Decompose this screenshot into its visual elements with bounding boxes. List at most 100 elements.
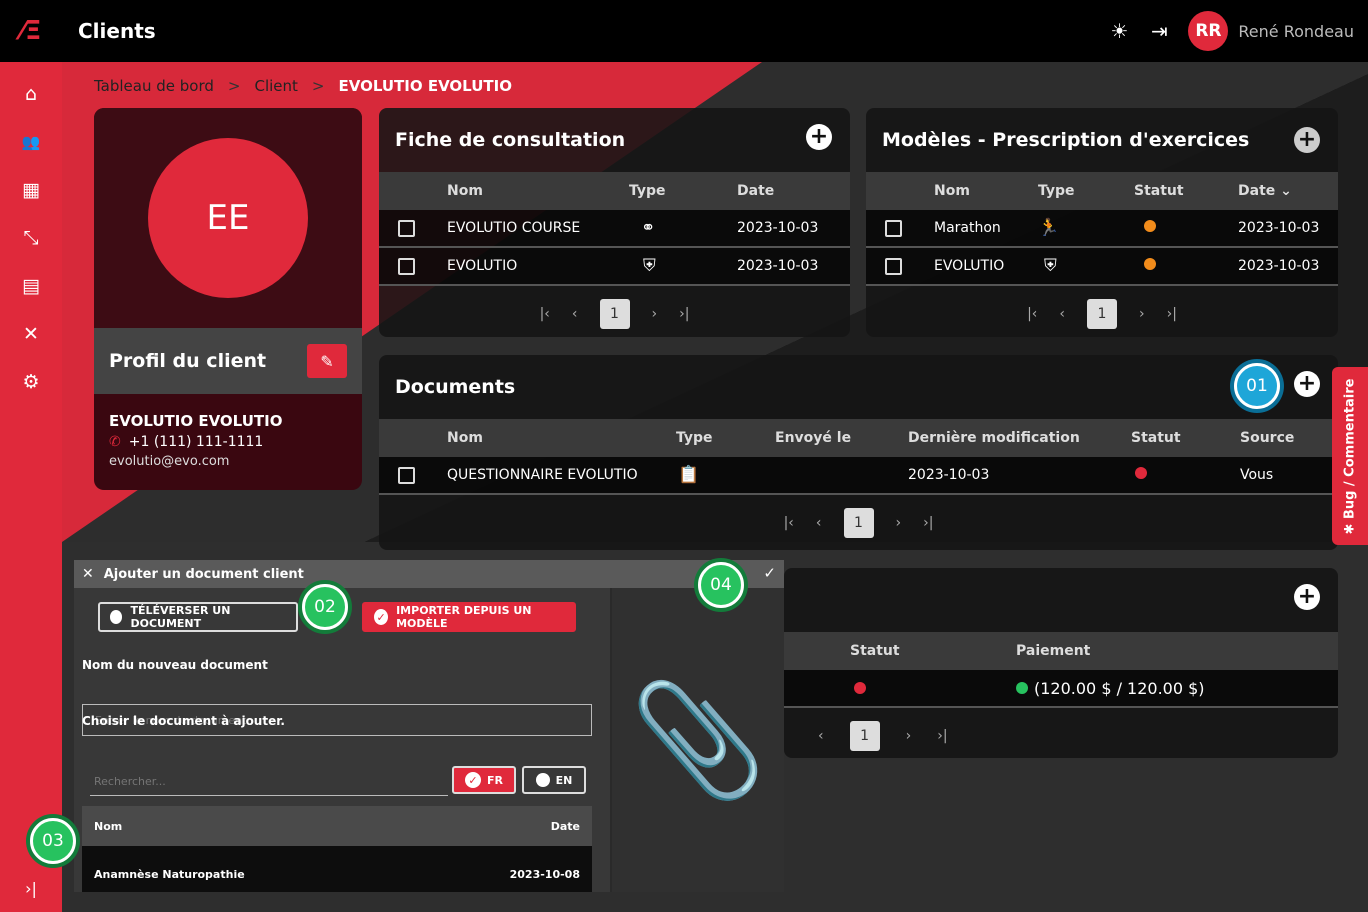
add-document-button[interactable]: + bbox=[1294, 371, 1320, 397]
app-logo[interactable]: ⁄Ξ bbox=[0, 0, 62, 62]
sidebar-item-clients[interactable]: 👥 bbox=[0, 118, 62, 166]
next-page-icon[interactable]: › bbox=[652, 306, 658, 322]
column-name[interactable]: Nom bbox=[934, 183, 1038, 199]
username[interactable]: René Rondeau bbox=[1238, 22, 1354, 41]
bug-report-tab[interactable]: ✱ Bug / Commentaire bbox=[1332, 367, 1368, 545]
upload-document-option[interactable]: TÉLÉVERSER UN DOCUMENT bbox=[98, 602, 298, 632]
prev-page-icon[interactable]: ‹ bbox=[572, 306, 578, 322]
client-email[interactable]: evolutio@evo.com bbox=[109, 454, 347, 469]
column-payment[interactable]: Paiement bbox=[1016, 643, 1090, 659]
row-date: 2023-10-03 bbox=[737, 258, 819, 274]
profile-info: EVOLUTIO EVOLUTIO ✆ +1 (111) 111-1111 ev… bbox=[94, 394, 362, 487]
sidebar-item-exercises[interactable]: ⤡ bbox=[0, 214, 62, 262]
last-page-icon[interactable]: ›| bbox=[1167, 306, 1177, 322]
add-model-button[interactable]: + bbox=[1294, 127, 1320, 153]
template-name: Anamnèse Naturopathie bbox=[94, 867, 245, 881]
row-checkbox[interactable] bbox=[398, 257, 415, 275]
column-date[interactable]: Date bbox=[551, 820, 580, 833]
column-modified[interactable]: Dernière modification bbox=[908, 430, 1131, 446]
last-page-icon[interactable]: ›| bbox=[923, 515, 933, 531]
row-checkbox[interactable] bbox=[398, 466, 415, 484]
next-page-icon[interactable]: › bbox=[906, 728, 912, 744]
client-avatar: EE bbox=[148, 138, 308, 298]
import-template-option[interactable]: ✓ IMPORTER DEPUIS UN MODÈLE bbox=[362, 602, 576, 632]
row-checkbox[interactable] bbox=[885, 219, 902, 237]
shield-icon: ⛨ bbox=[643, 256, 656, 276]
client-phone-row: ✆ +1 (111) 111-1111 bbox=[109, 434, 347, 450]
confirm-check-icon[interactable]: ✓ bbox=[763, 564, 776, 582]
prev-page-icon[interactable]: ‹ bbox=[816, 515, 822, 531]
column-date[interactable]: Date ⌄ bbox=[1238, 183, 1292, 199]
column-status[interactable]: Statut bbox=[1131, 430, 1240, 446]
step-badge-03: 03 bbox=[30, 818, 76, 864]
last-page-icon[interactable]: ›| bbox=[937, 728, 947, 744]
consultation-table-header: Nom Type Date bbox=[379, 172, 850, 210]
prev-page-icon[interactable]: ‹ bbox=[818, 728, 824, 744]
table-row[interactable]: EVOLUTIO ⛨ 2023-10-03 bbox=[866, 248, 1338, 286]
column-name[interactable]: Nom bbox=[94, 820, 122, 833]
status-badge bbox=[1135, 467, 1147, 479]
column-type[interactable]: Type bbox=[676, 430, 775, 446]
language-fr-toggle[interactable]: ✓ FR bbox=[452, 766, 516, 794]
row-checkbox[interactable] bbox=[885, 257, 902, 275]
sidebar-item-calendar[interactable]: ▦ bbox=[0, 166, 62, 214]
status-badge bbox=[854, 681, 866, 694]
next-page-icon[interactable]: › bbox=[896, 515, 902, 531]
client-phone[interactable]: +1 (111) 111-1111 bbox=[129, 434, 264, 450]
table-row[interactable]: EVOLUTIO ⛨ 2023-10-03 bbox=[379, 248, 850, 286]
avatar[interactable]: RR bbox=[1188, 11, 1229, 51]
plus-icon: + bbox=[1297, 127, 1317, 152]
page-number[interactable]: 1 bbox=[1087, 299, 1117, 329]
next-page-icon[interactable]: › bbox=[1139, 306, 1145, 322]
consultation-pagination: |‹ ‹ 1 › ›| bbox=[379, 286, 850, 337]
sidebar-item-tools[interactable]: ✕ bbox=[0, 310, 62, 358]
first-page-icon[interactable]: |‹ bbox=[784, 515, 794, 531]
close-icon[interactable]: ✕ bbox=[82, 566, 94, 582]
page-number[interactable]: 1 bbox=[849, 721, 880, 751]
import-template-label: IMPORTER DEPUIS UN MODÈLE bbox=[396, 604, 532, 630]
table-row[interactable]: (120.00 $ / 120.00 $) bbox=[784, 670, 1338, 708]
column-date[interactable]: Date bbox=[737, 183, 774, 199]
column-name[interactable]: Nom bbox=[447, 183, 629, 199]
prev-page-icon[interactable]: ‹ bbox=[1059, 306, 1065, 322]
row-name: EVOLUTIO bbox=[934, 258, 1005, 274]
column-sent[interactable]: Envoyé le bbox=[775, 430, 908, 446]
list-item[interactable]: Anamnèse Naturopathie 2023-10-08 bbox=[82, 856, 592, 892]
page-number[interactable]: 1 bbox=[599, 299, 630, 329]
row-checkbox[interactable] bbox=[398, 219, 415, 237]
template-table-header: Nom Date bbox=[82, 806, 592, 846]
language-en-toggle[interactable]: EN bbox=[522, 766, 586, 794]
breadcrumb-dashboard[interactable]: Tableau de bord bbox=[94, 77, 214, 95]
column-type[interactable]: Type bbox=[629, 183, 737, 199]
edit-profile-button[interactable]: ✎ bbox=[307, 344, 347, 378]
chat-icon: ▤ bbox=[22, 275, 40, 297]
documents-panel: Documents + Nom Type Envoyé le Dernière … bbox=[379, 355, 1338, 550]
column-status[interactable]: Statut bbox=[1134, 183, 1238, 199]
sidebar-item-settings[interactable]: ⚙ bbox=[0, 358, 62, 406]
logout-icon[interactable]: ⇥ bbox=[1148, 19, 1170, 43]
table-row[interactable]: QUESTIONNAIRE EVOLUTIO 📋 2023-10-03 Vous bbox=[379, 457, 1338, 495]
column-type[interactable]: Type bbox=[1038, 183, 1134, 199]
column-source[interactable]: Source bbox=[1240, 430, 1294, 446]
table-row[interactable]: EVOLUTIO COURSE ⚭ 2023-10-03 bbox=[379, 210, 850, 248]
sidebar-item-home[interactable]: ⌂ bbox=[0, 70, 62, 118]
page-number[interactable]: 1 bbox=[843, 508, 874, 538]
search-input[interactable] bbox=[90, 768, 448, 796]
add-invoice-button[interactable]: + bbox=[1294, 584, 1320, 610]
add-consultation-button[interactable]: + bbox=[806, 124, 832, 150]
invoices-pagination: ‹ 1 › ›| bbox=[784, 708, 1338, 758]
sidebar-expand-icon[interactable]: ›| bbox=[0, 879, 62, 898]
theme-toggle-icon[interactable]: ☀ bbox=[1108, 19, 1130, 43]
first-page-icon[interactable]: |‹ bbox=[540, 306, 550, 322]
last-page-icon[interactable]: ›| bbox=[679, 306, 689, 322]
breadcrumb-client[interactable]: Client bbox=[254, 77, 297, 95]
expand-arrows-icon: ⤡ bbox=[23, 227, 39, 249]
column-status[interactable]: Statut bbox=[850, 643, 1016, 659]
first-page-icon[interactable]: |‹ bbox=[1027, 306, 1037, 322]
table-row[interactable]: Marathon 🏃 2023-10-03 bbox=[866, 210, 1338, 248]
phone-icon: ✆ bbox=[109, 434, 121, 450]
column-name[interactable]: Nom bbox=[447, 430, 676, 446]
choose-document-label: Choisir le document à ajouter. bbox=[82, 714, 285, 728]
sidebar-item-messages[interactable]: ▤ bbox=[0, 262, 62, 310]
invoices-table-header: Statut Paiement bbox=[784, 632, 1338, 670]
